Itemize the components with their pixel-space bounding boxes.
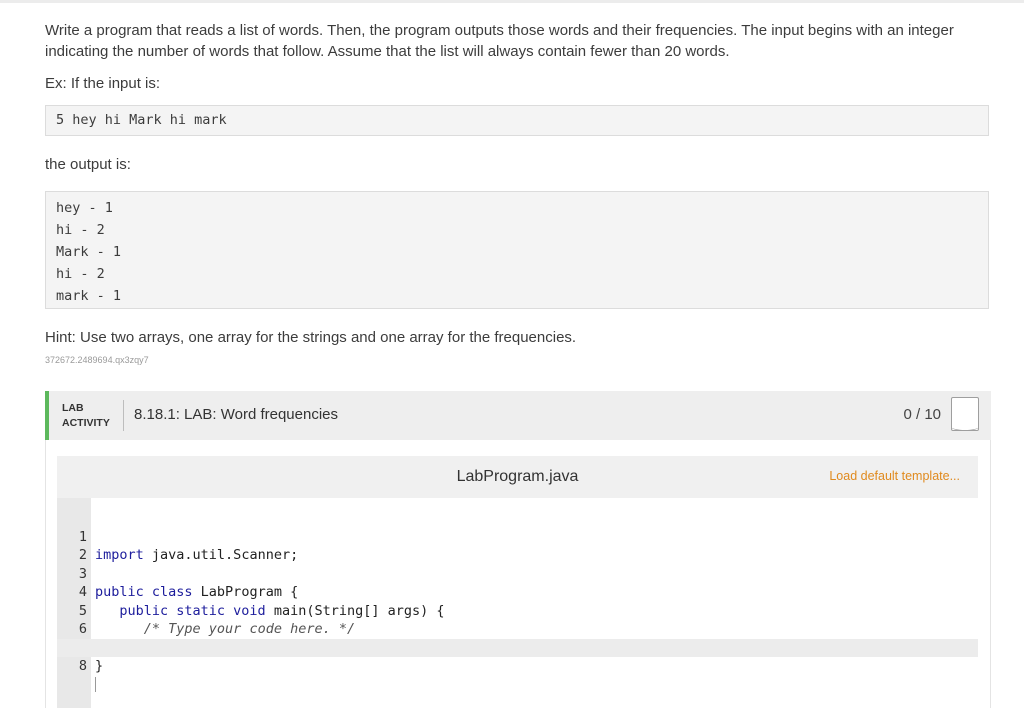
lab-title: 8.18.1: LAB: Word frequencies — [134, 406, 339, 423]
example-label: Ex: If the input is: — [45, 75, 161, 92]
code-line[interactable]: 6 } — [57, 602, 978, 656]
output-line: hi - 2 — [56, 266, 105, 282]
code-line[interactable]: 7 } — [57, 620, 978, 675]
editor-toolbar: LabProgram.java Load default template... — [57, 456, 978, 498]
problem-statement: Write a program that reads a list of wor… — [45, 20, 989, 367]
code-text: } — [95, 658, 104, 674]
line-number: 8 — [78, 658, 87, 674]
lab-activity-tag: LAB ACTIVITY — [62, 401, 110, 431]
output-line: hey - 1 — [56, 200, 113, 216]
code-line[interactable]: 3 public class LabProgram { — [57, 546, 978, 601]
lab-header-divider — [123, 400, 124, 431]
code-lines[interactable]: 1 import java.util.Scanner; 2 3 public c… — [57, 509, 978, 692]
lab-tag-line1: LAB — [62, 402, 84, 414]
code-line[interactable]: 2 — [57, 528, 978, 563]
example-input: 5 hey hi Mark hi mark — [45, 105, 989, 136]
example-output: hey - 1 hi - 2 Mark - 1 hi - 2 mark - 1 — [45, 191, 989, 309]
output-line: mark - 1 — [56, 288, 122, 304]
problem-intro: Write a program that reads a list of wor… — [45, 22, 954, 60]
lab-activity-header: LAB ACTIVITY 8.18.1: LAB: Word frequenci… — [45, 391, 991, 440]
code-line[interactable]: 1 import java.util.Scanner; — [57, 509, 978, 564]
lab-score: 0 / 10 — [903, 406, 941, 423]
top-divider — [0, 0, 1024, 3]
code-line[interactable]: 4 public static void main(String[] args)… — [57, 565, 978, 619]
active-code-line[interactable]: 8 — [57, 638, 978, 692]
completion-badge-icon — [951, 397, 979, 431]
output-label: the output is: — [45, 156, 131, 173]
hint-text: Hint: Use two arrays, one array for the … — [45, 329, 577, 346]
lab-tag-line2: ACTIVITY — [62, 417, 110, 429]
load-default-template-link[interactable]: Load default template... — [829, 469, 960, 483]
output-line: hi - 2 — [56, 222, 105, 238]
text-cursor — [95, 677, 96, 692]
code-line[interactable]: 5 /* Type your code here. */ — [57, 583, 978, 638]
tracking-id: 372672.2489694.qx3zqy7 — [45, 355, 149, 365]
output-line: Mark - 1 — [56, 244, 122, 260]
